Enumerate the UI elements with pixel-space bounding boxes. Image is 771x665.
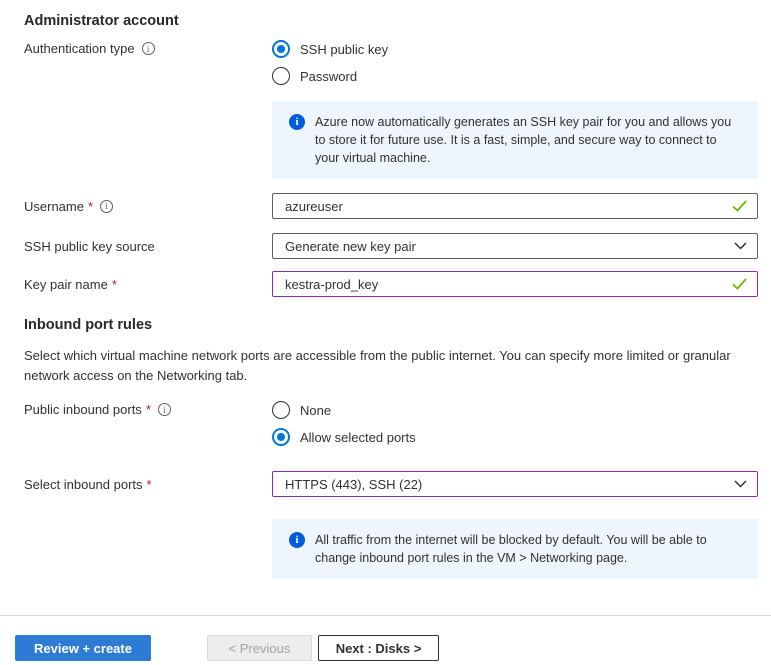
radio-selected-icon — [272, 40, 290, 58]
radio-label: Allow selected ports — [300, 430, 416, 445]
row-authentication-type: Authentication type SSH public key Passw… — [0, 39, 771, 93]
required-asterisk: * — [112, 277, 117, 292]
radio-label: None — [300, 403, 331, 418]
row-username: Username* — [0, 193, 771, 219]
radio-ssh-public-key[interactable]: SSH public key — [272, 39, 758, 59]
radio-label: SSH public key — [300, 42, 388, 57]
previous-button[interactable]: < Previous — [207, 635, 312, 661]
select-inbound-ports-label: Select inbound ports* — [24, 477, 152, 492]
valid-check-icon — [732, 200, 747, 212]
chevron-down-icon — [734, 242, 747, 250]
info-tooltip-icon[interactable] — [158, 403, 171, 416]
footer-divider — [0, 615, 771, 616]
ssh-key-source-dropdown[interactable]: Generate new key pair — [272, 233, 758, 259]
info-icon — [289, 114, 305, 130]
required-asterisk: * — [147, 477, 152, 492]
radio-label: Password — [300, 69, 357, 84]
info-tooltip-icon[interactable] — [100, 200, 113, 213]
radio-allow-selected-ports[interactable]: Allow selected ports — [272, 427, 758, 447]
row-traffic-info: All traffic from the internet will be bl… — [0, 519, 771, 579]
dropdown-selected-value: HTTPS (443), SSH (22) — [285, 477, 422, 492]
section-title-inbound-port-rules: Inbound port rules — [0, 317, 771, 333]
row-ssh-public-key-source: SSH public key source Generate new key p… — [0, 233, 771, 259]
section-title-administrator-account: Administrator account — [0, 0, 771, 29]
vm-create-basics-form: Administrator account Authentication typ… — [0, 0, 771, 661]
radio-unselected-icon — [272, 401, 290, 419]
next-disks-button[interactable]: Next : Disks > — [318, 635, 439, 661]
dropdown-selected-value: Generate new key pair — [285, 239, 416, 254]
public-inbound-ports-label: Public inbound ports* — [24, 402, 151, 417]
chevron-down-icon — [734, 480, 747, 488]
info-tooltip-icon[interactable] — [142, 42, 155, 55]
valid-check-icon — [732, 278, 747, 290]
wizard-footer: Review + create < Previous Next : Disks … — [0, 635, 771, 661]
row-ssh-info: Azure now automatically generates an SSH… — [0, 101, 771, 179]
radio-selected-icon — [272, 428, 290, 446]
row-key-pair-name: Key pair name* — [0, 271, 771, 297]
required-asterisk: * — [88, 199, 93, 214]
inbound-description: Select which virtual machine network por… — [24, 346, 747, 386]
select-inbound-ports-dropdown[interactable]: HTTPS (443), SSH (22) — [272, 471, 758, 497]
radio-password[interactable]: Password — [272, 66, 758, 86]
username-input[interactable] — [272, 193, 758, 219]
review-create-button[interactable]: Review + create — [15, 635, 151, 661]
ssh-key-source-label: SSH public key source — [24, 239, 155, 254]
key-pair-name-input[interactable] — [272, 271, 758, 297]
required-asterisk: * — [146, 402, 151, 417]
row-select-inbound-ports: Select inbound ports* HTTPS (443), SSH (… — [0, 471, 771, 497]
info-icon — [289, 532, 305, 548]
info-box-text: Azure now automatically generates an SSH… — [315, 113, 744, 167]
radio-none[interactable]: None — [272, 400, 758, 420]
row-public-inbound-ports: Public inbound ports* None Allow selecte… — [0, 400, 771, 454]
ssh-keypair-info-box: Azure now automatically generates an SSH… — [272, 101, 758, 179]
radio-unselected-icon — [272, 67, 290, 85]
authentication-type-label: Authentication type — [24, 41, 135, 56]
key-pair-name-label: Key pair name* — [24, 277, 117, 292]
inbound-traffic-info-box: All traffic from the internet will be bl… — [272, 519, 758, 579]
info-box-text: All traffic from the internet will be bl… — [315, 531, 744, 567]
username-label: Username* — [24, 199, 93, 214]
